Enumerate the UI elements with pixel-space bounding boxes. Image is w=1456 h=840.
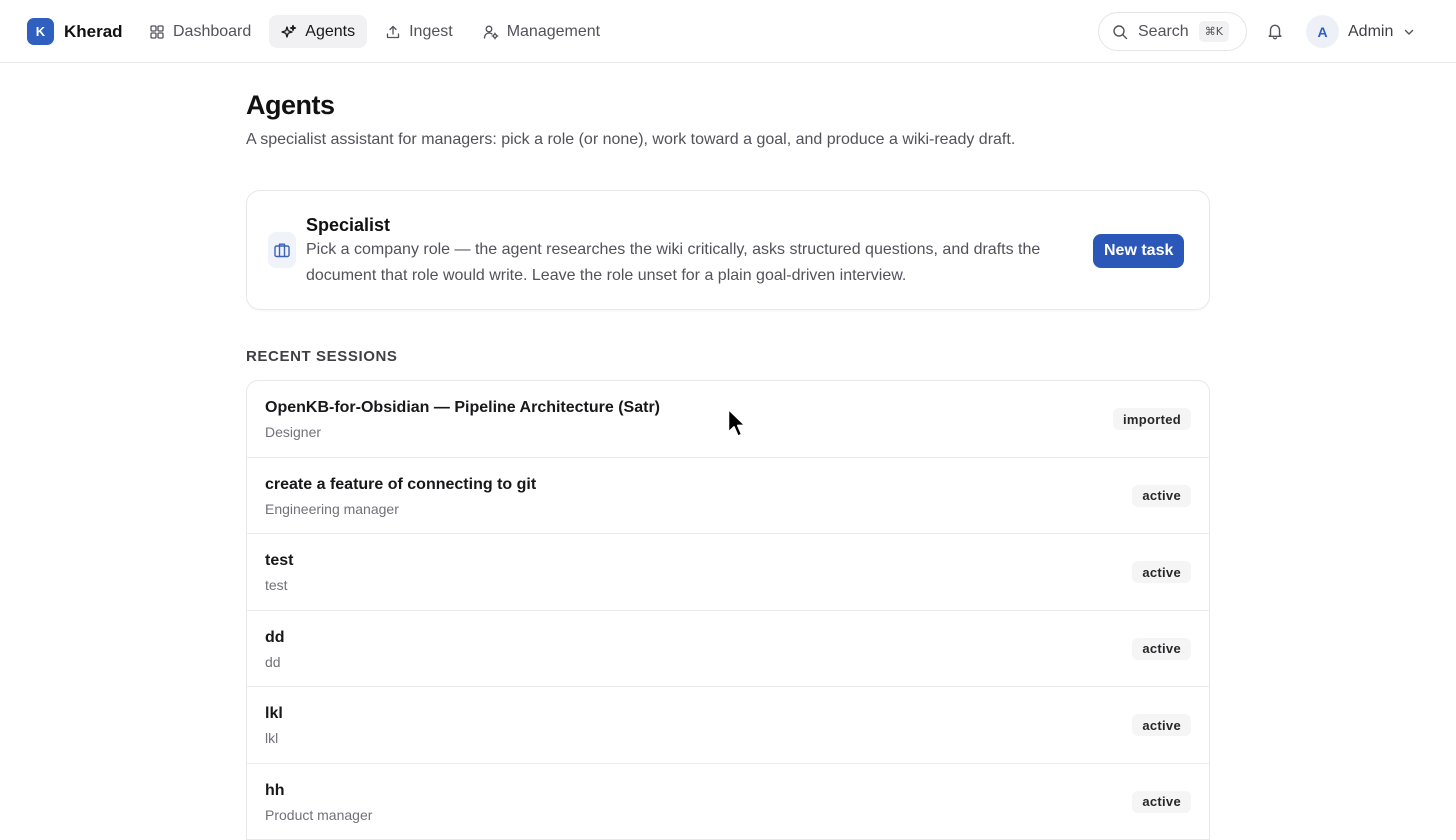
user-menu[interactable]: A Admin [1306,15,1415,48]
session-row[interactable]: hh Product manager active [247,764,1209,839]
brand-name: Kherad [64,21,123,41]
status-badge: active [1132,561,1191,584]
session-title: test [265,552,294,570]
search-label: Search [1138,22,1189,40]
session-role: lkl [265,730,279,747]
new-task-button[interactable]: New task [1093,234,1185,268]
nav-item-label: Dashboard [173,22,252,40]
status-badge: active [1132,790,1191,813]
briefcase-icon [268,232,296,268]
search-shortcut: ⌘K [1198,21,1229,42]
session-row[interactable]: create a feature of connecting to git En… [247,458,1209,535]
nav-item-management[interactable]: Management [471,15,612,48]
sparkles-icon [281,24,297,40]
brand[interactable]: K Kherad [27,18,123,45]
upload-icon [385,24,401,40]
session-title: OpenKB-for-Obsidian — Pipeline Architect… [265,399,661,416]
session-title: hh [265,781,285,799]
session-role: Designer [265,424,322,440]
search-icon [1113,24,1128,39]
status-badge: active [1132,637,1191,660]
nav-item-label: Management [506,22,601,40]
session-row[interactable]: test test active [247,534,1209,611]
session-role: dd [265,653,281,670]
status-badge: active [1132,714,1191,737]
session-row[interactable]: dd dd active [247,611,1209,688]
specialist-card: Specialist Pick a company role — the age… [246,190,1210,310]
session-role: test [265,577,288,594]
page-title: Agents [246,90,335,120]
user-name: Admin [1348,22,1394,40]
users-cog-icon [483,24,499,40]
grid-icon [149,24,165,40]
session-role: Engineering manager [265,500,399,517]
mouse-cursor-icon [727,408,746,437]
status-badge: active [1132,484,1191,507]
session-row[interactable]: lkl lkl active [247,687,1209,764]
nav-item-label: Agents [305,22,356,40]
session-title: create a feature of connecting to git [265,475,537,493]
recent-sessions-list: OpenKB-for-Obsidian — Pipeline Architect… [246,380,1210,840]
status-badge: imported [1112,408,1191,430]
brand-logo: K [27,18,54,45]
page-subtitle: A specialist assistant for managers: pic… [246,131,1016,148]
nav-item-ingest[interactable]: Ingest [373,15,465,48]
nav-item-label: Ingest [409,22,453,40]
session-role: Product manager [265,806,373,823]
chevron-down-icon [1403,26,1415,38]
session-title: dd [265,628,285,646]
avatar: A [1306,15,1339,48]
session-title: lkl [265,705,283,723]
search-button[interactable]: Search ⌘K [1098,12,1247,51]
nav-item-agents[interactable]: Agents [269,15,368,48]
main-nav: Dashboard Agents Ingest Management [137,15,618,48]
specialist-description: Pick a company role — the agent research… [306,241,1041,284]
specialist-title: Specialist [306,215,391,235]
recent-sessions-heading: RECENT SESSIONS [246,348,398,365]
bell-icon[interactable] [1266,22,1284,40]
nav-item-dashboard[interactable]: Dashboard [137,15,263,48]
top-navbar: K Kherad Dashboard Agents Ingest Managem… [0,0,1456,63]
